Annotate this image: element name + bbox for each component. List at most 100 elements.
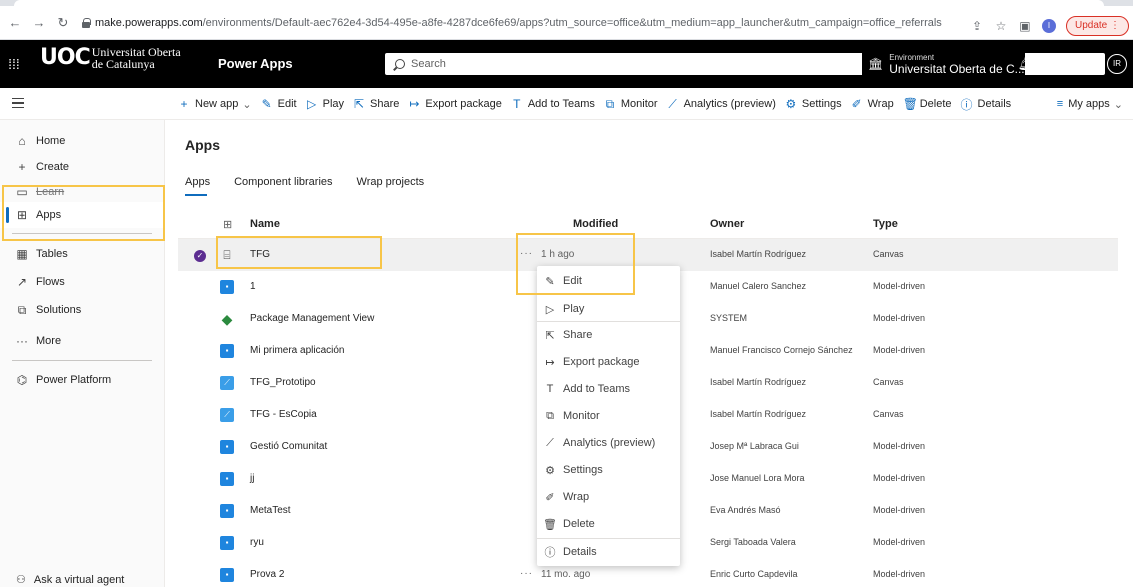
settings-gear-icon[interactable]: ⚙ bbox=[1052, 56, 1064, 72]
forward-icon[interactable]: → bbox=[30, 14, 48, 32]
nav-create-label: Create bbox=[36, 161, 70, 173]
owner-cell: Isabel Martín Rodríguez bbox=[710, 377, 807, 387]
new-app-label: New app bbox=[195, 98, 239, 110]
more-options-icon[interactable]: ··· bbox=[520, 568, 533, 579]
owner-cell: Sergi Taboada Valera bbox=[710, 537, 796, 547]
owner-cell: Isabel Martín Rodríguez bbox=[710, 409, 807, 419]
app-name[interactable]: Package Management View bbox=[250, 313, 374, 324]
view-selector[interactable]: ≡ My apps ⌄ bbox=[1057, 88, 1123, 120]
nav-toggle-icon[interactable] bbox=[12, 98, 24, 108]
help-icon[interactable]: ? bbox=[1082, 57, 1089, 72]
menu-share-label: Share bbox=[563, 329, 593, 341]
nav-item-flows[interactable]: ↗ Flows bbox=[0, 269, 165, 295]
url-host: make.powerapps.com bbox=[95, 17, 203, 29]
selected-check-icon[interactable]: ✓ bbox=[194, 250, 206, 262]
org-logo[interactable]: UOC Universitat Oberta de Catalunya bbox=[40, 46, 181, 71]
nav-item-power-platform[interactable]: ⌬ Power Platform bbox=[0, 367, 165, 393]
address-bar[interactable]: make.powerapps.com/environments/Default-… bbox=[82, 12, 1082, 34]
column-header-owner[interactable]: Owner bbox=[710, 218, 744, 230]
canvas-app-icon: ⟋ bbox=[220, 376, 234, 390]
new-app-button[interactable]: + New app ⌄ bbox=[178, 97, 252, 111]
menu-wrap-label: Wrap bbox=[563, 491, 590, 503]
share-page-icon[interactable]: ⇪ bbox=[970, 19, 984, 33]
analytics-button[interactable]: ⟋ Analytics (preview) bbox=[667, 97, 776, 112]
settings-button[interactable]: ⚙ Settings bbox=[785, 97, 841, 111]
agent-icon: ⚇ bbox=[16, 574, 26, 586]
owner-cell: Josep Mª Labraca Gui bbox=[710, 441, 799, 451]
export-package-button[interactable]: ↦ Export package bbox=[408, 97, 501, 111]
menu-item-analytics[interactable]: ⟋ Analytics (preview) bbox=[537, 430, 680, 456]
menu-item-delete[interactable]: 🗑︎ Delete bbox=[537, 511, 680, 537]
tab-wrap-projects[interactable]: Wrap projects bbox=[357, 176, 425, 196]
nav-item-home[interactable]: ⌂ Home bbox=[0, 128, 165, 154]
app-name[interactable]: MetaTest bbox=[250, 505, 291, 516]
nav-item-create[interactable]: + Create bbox=[0, 154, 165, 180]
menu-item-monitor[interactable]: ⧉ Monitor bbox=[537, 403, 680, 429]
app-name[interactable]: 1 bbox=[250, 281, 256, 292]
app-launcher-icon[interactable]: ⁞⁞⁞ bbox=[0, 40, 28, 88]
nav-item-tables[interactable]: ▦ Tables bbox=[0, 241, 165, 267]
user-avatar[interactable]: IR bbox=[1107, 54, 1127, 74]
ask-virtual-agent-button[interactable]: ⚇ Ask a virtual agent bbox=[16, 573, 124, 587]
monitor-button[interactable]: ⧉ Monitor bbox=[604, 97, 658, 112]
app-name[interactable]: ryu bbox=[250, 537, 264, 548]
tab-apps[interactable]: Apps bbox=[185, 176, 210, 196]
back-icon[interactable]: ← bbox=[6, 14, 24, 32]
menu-item-details[interactable]: ⓘ Details bbox=[537, 539, 680, 565]
analytics-icon: ⟋ bbox=[668, 96, 677, 111]
app-name[interactable]: Mi primera aplicación bbox=[250, 345, 344, 356]
monitor-icon: ⧉ bbox=[546, 409, 554, 422]
chevron-down-icon: ⌄ bbox=[242, 98, 252, 111]
menu-export-label: Export package bbox=[563, 356, 640, 368]
type-cell: Model-driven bbox=[873, 441, 926, 451]
menu-item-share[interactable]: ⇱ Share bbox=[537, 322, 680, 348]
column-header-name[interactable]: Name bbox=[250, 218, 280, 230]
delete-label: Delete bbox=[919, 98, 952, 110]
environment-picker[interactable]: 🏛 Environment Universitat Oberta de C... bbox=[862, 44, 1025, 84]
browser-toolbar: ← → ↻ make.powerapps.com/environments/De… bbox=[0, 6, 1133, 40]
solutions-icon: ⧉ bbox=[17, 302, 27, 317]
model-driven-app-icon: ▪ bbox=[220, 344, 234, 358]
app-title[interactable]: Power Apps bbox=[218, 56, 293, 71]
details-button[interactable]: ⓘ Details bbox=[961, 96, 1012, 113]
search-icon bbox=[395, 59, 405, 69]
delete-button[interactable]: 🗑︎ Delete bbox=[903, 97, 952, 111]
tab-component-libraries[interactable]: Component libraries bbox=[234, 176, 332, 196]
menu-item-settings[interactable]: ⚙ Settings bbox=[537, 457, 680, 483]
column-header-type[interactable]: Type bbox=[873, 218, 898, 230]
app-name[interactable]: TFG_Prototipo bbox=[250, 377, 316, 388]
edit-button[interactable]: ✎ Edit bbox=[261, 97, 297, 111]
wrap-button[interactable]: ✐ Wrap bbox=[851, 97, 894, 111]
share-button[interactable]: ⇱ Share bbox=[353, 97, 399, 111]
menu-item-wrap[interactable]: ✐ Wrap bbox=[537, 484, 680, 510]
teams-icon: T bbox=[546, 383, 554, 395]
view-label: My apps bbox=[1068, 98, 1110, 110]
menu-item-play[interactable]: ▷ Play bbox=[537, 296, 680, 322]
app-name[interactable]: Prova 2 bbox=[250, 569, 284, 580]
type-cell: Model-driven bbox=[873, 345, 926, 355]
app-name[interactable]: TFG - EsCopia bbox=[250, 409, 317, 420]
analytics-icon: ⟋ bbox=[546, 436, 554, 449]
menu-item-add-to-teams[interactable]: T Add to Teams bbox=[537, 376, 680, 402]
reload-icon[interactable]: ↻ bbox=[54, 14, 72, 32]
update-button[interactable]: Update ⋮ bbox=[1065, 16, 1129, 36]
add-to-teams-button[interactable]: T Add to Teams bbox=[511, 97, 595, 111]
model-driven-app-icon: ▪ bbox=[220, 504, 234, 518]
chevron-down-icon: ⌄ bbox=[1113, 98, 1123, 111]
play-button[interactable]: ▷ Play bbox=[306, 97, 344, 111]
column-header-modified[interactable]: Modified bbox=[573, 218, 618, 230]
nav-item-solutions[interactable]: ⧉ Solutions bbox=[0, 297, 165, 323]
menu-play-label: Play bbox=[563, 303, 585, 315]
profile-avatar[interactable]: I bbox=[1041, 19, 1056, 33]
plus-icon: + bbox=[180, 97, 188, 111]
app-name[interactable]: jj bbox=[250, 473, 254, 484]
bookmark-star-icon[interactable]: ☆ bbox=[994, 19, 1008, 33]
menu-item-export-package[interactable]: ↦ Export package bbox=[537, 349, 680, 375]
sidepanel-icon[interactable]: ▣ bbox=[1018, 19, 1032, 33]
nav-item-more[interactable]: ··· More bbox=[0, 328, 165, 354]
app-name[interactable]: Gestió Comunitat bbox=[250, 441, 327, 452]
highlight-box-tfg-row bbox=[216, 236, 382, 269]
settings-icon: ⚙ bbox=[545, 464, 555, 477]
notifications-icon[interactable]: 🔔︎ bbox=[1018, 56, 1035, 72]
type-cell: Model-driven bbox=[873, 281, 926, 291]
